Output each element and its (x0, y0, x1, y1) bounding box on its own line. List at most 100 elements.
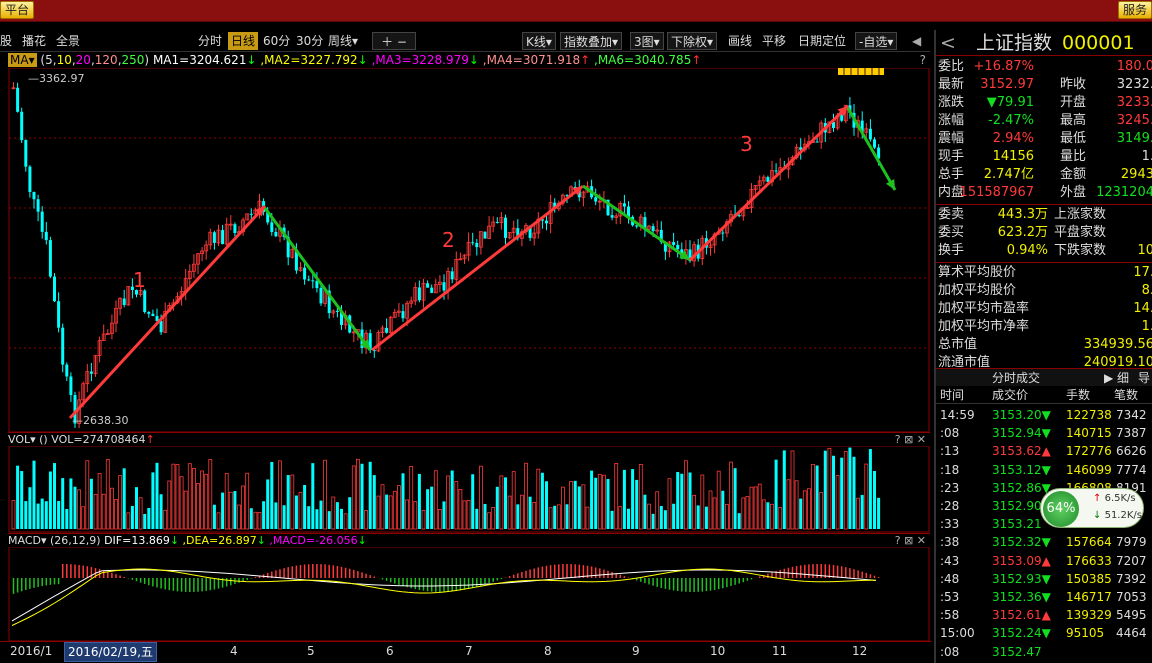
quote-label-2: 下跌家数 (1054, 243, 1107, 258)
volume-bar (852, 456, 856, 529)
candle (233, 224, 237, 233)
volume-selector[interactable]: VOL▾ (8, 433, 36, 446)
candle (89, 371, 93, 374)
trade-time: :53 (940, 590, 960, 604)
volume-bar (298, 492, 303, 530)
volume-bar (151, 472, 155, 529)
volume-bar (69, 478, 73, 529)
trade-price: 3152.32▼ (992, 535, 1051, 550)
quote-row: 涨幅 -2.47% 最高 3245. (936, 112, 1152, 130)
tab-30min[interactable]: 30分 (296, 32, 323, 50)
quote-label: 现手 (938, 149, 965, 164)
volume-bar (454, 481, 459, 530)
ma-selector[interactable]: MA▾ (8, 53, 37, 67)
volume-bar (610, 510, 614, 529)
back-arrow-icon[interactable]: < (940, 30, 956, 56)
toolbar-item-stock[interactable]: 股 (0, 32, 12, 50)
volume-bar (253, 511, 258, 530)
volume-bar (614, 463, 619, 530)
pan-button[interactable]: 平移 (762, 32, 786, 50)
volume-bar (511, 471, 516, 530)
candle (335, 310, 339, 312)
volume-bar (163, 509, 168, 530)
ma1-value: MA1=3204.621 (152, 53, 247, 67)
tab-intraday[interactable]: 分时 (198, 32, 222, 50)
network-speed-widget[interactable]: 64% ↑ 6.5K/s ↓ 51.2K/s (1040, 488, 1144, 528)
ex-rights-dropdown[interactable]: 下除权▾ (667, 32, 718, 50)
volume-bar (212, 504, 216, 529)
volume-bar (761, 499, 766, 530)
stat-value: 334939.56 (1083, 337, 1152, 352)
tab-daily[interactable]: 日线 (228, 32, 259, 50)
volume-value: VOL=274708464 (51, 433, 146, 446)
quote-row: 震幅 2.94% 最低 3149. (936, 130, 1152, 148)
zoom-buttons[interactable]: ＋ − (372, 32, 416, 50)
service-button[interactable]: 服务 (1117, 1, 1152, 19)
candle (651, 226, 655, 232)
quote-value-2: 3149. (1116, 131, 1152, 146)
watchlist-dropdown[interactable]: -自选▾ (855, 32, 898, 50)
tab-detail[interactable]: ▶ 细 (1104, 369, 1129, 387)
quote-label-2: 金额 (1060, 167, 1087, 182)
volume-bar (335, 502, 339, 529)
quote-value: 0.94% (1006, 243, 1048, 258)
volume-bar (524, 462, 528, 530)
volume-bar (667, 478, 672, 530)
tab-weekly[interactable]: 周线▾ (328, 32, 358, 50)
trade-count: 7387 (1116, 426, 1147, 441)
macd-selector[interactable]: MACD▾ (8, 534, 47, 547)
trade-row: :43 3153.09▲ 176633 7207 (936, 552, 1152, 570)
toolbar-item-bohua[interactable]: 播花 (22, 32, 46, 50)
trade-volume: 172776 (1066, 444, 1112, 459)
macd-panel-controls[interactable]: ? ⊠ ✕ (895, 534, 926, 548)
platform-button[interactable]: 平台 (0, 1, 35, 19)
volume-bar (684, 460, 688, 530)
trend-arrow-up-2 (371, 184, 584, 352)
volume-bar (766, 502, 770, 529)
volume-bar (712, 497, 717, 530)
trade-price: 3152.94▼ (992, 426, 1051, 441)
volume-bar (351, 465, 356, 530)
kline-chart[interactable] (0, 68, 932, 663)
quote-value-2: 1231204 (1096, 185, 1152, 200)
candle (672, 242, 676, 245)
volume-bar (877, 497, 881, 529)
toolbar-item-overview[interactable]: 全景 (56, 32, 80, 50)
volume-bar (245, 472, 250, 530)
tab-export[interactable]: 导 (1138, 369, 1150, 387)
candle (737, 215, 741, 217)
quote-value: 2.747亿 (983, 167, 1034, 182)
volume-bar (819, 492, 824, 530)
trade-time: :48 (940, 571, 960, 586)
candle (483, 231, 487, 239)
tab-60min[interactable]: 60分 (263, 32, 290, 50)
trend-arrow-down-2 (582, 184, 691, 262)
volume-bar (864, 463, 869, 530)
volume-bar (532, 502, 537, 530)
date-locate-button[interactable]: 日期定位 (798, 32, 846, 50)
candle (143, 290, 147, 312)
index-overlay-dropdown[interactable]: 指数叠加▾ (560, 32, 623, 50)
candle (622, 203, 626, 207)
volume-bar (442, 501, 446, 529)
volume-bar (704, 506, 708, 529)
volume-bar (725, 504, 729, 530)
volume-bar (832, 455, 835, 529)
volume-bar (208, 459, 213, 530)
chart-count-dropdown[interactable]: 3图▾ (630, 32, 664, 50)
trade-row: :48 3152.93▼ 150385 7392 (936, 570, 1152, 588)
stat-value: 17. (1133, 265, 1152, 280)
draw-line-button[interactable]: 画线 (728, 32, 752, 50)
quote-row: 涨跌 ▼79.91 开盘 3233. (936, 94, 1152, 112)
candle (69, 376, 73, 396)
candle (401, 311, 405, 319)
volume-panel-controls[interactable]: ? ⊠ ✕ (895, 433, 926, 447)
help-icon[interactable]: ? (920, 52, 926, 68)
candle (303, 267, 307, 280)
kline-dropdown[interactable]: K线▾ (522, 32, 556, 50)
candle (65, 364, 69, 377)
tab-trades[interactable]: 分时成交 (992, 369, 1040, 387)
volume-bar (155, 462, 159, 529)
volume-bar (380, 484, 385, 530)
collapse-arrow-icon[interactable]: ◀ (912, 32, 921, 50)
